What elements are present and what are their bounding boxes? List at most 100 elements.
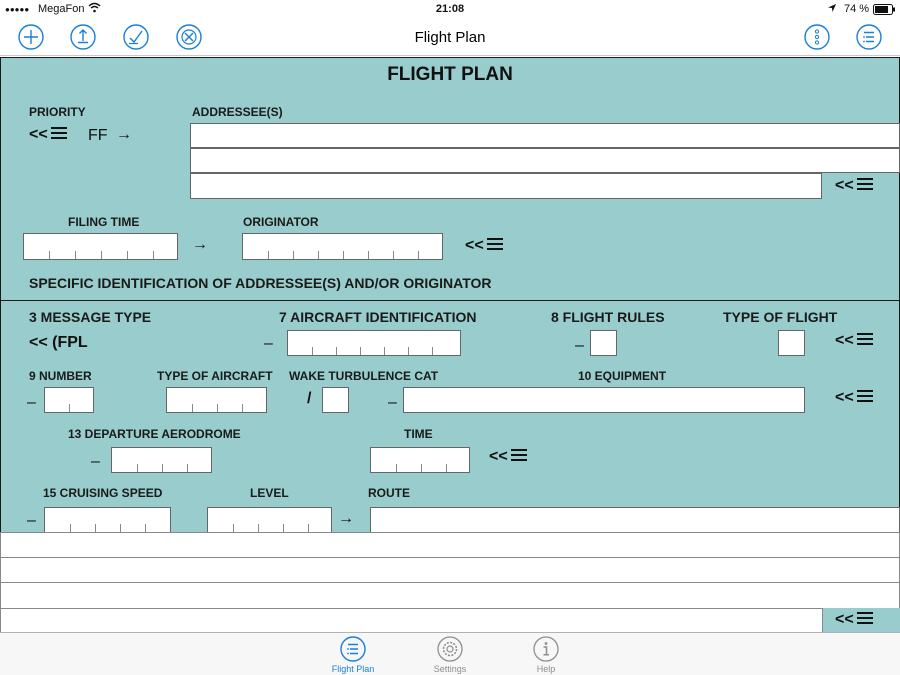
equipment-field[interactable]	[403, 387, 805, 413]
menu-icon	[486, 237, 503, 250]
route-lines-border-left	[0, 532, 1, 632]
route-line	[0, 582, 900, 583]
filing-time-label: FILING TIME	[68, 215, 140, 229]
equipment-return-text: <<	[835, 389, 854, 406]
type-of-flight-field[interactable]	[778, 330, 805, 356]
menu-icon	[856, 177, 873, 190]
time-label: TIME	[404, 427, 433, 441]
specific-identification-label: SPECIFIC IDENTIFICATION OF ADDRESSEE(S) …	[29, 275, 492, 291]
equipment-dash: –	[388, 394, 397, 411]
departure-return-text: <<	[489, 448, 508, 465]
navigation-bar: Flight Plan	[0, 20, 900, 56]
addressees-label: ADDRESSEE(S)	[192, 105, 283, 119]
flight-rules-label: 8 FLIGHT RULES	[551, 309, 665, 325]
level-label: LEVEL	[250, 486, 289, 500]
number-label: 9 NUMBER	[29, 369, 92, 383]
priority-label: PRIORITY	[29, 105, 86, 119]
addressees-return-text: <<	[835, 177, 854, 194]
tab-help-label: Help	[536, 664, 556, 674]
type-of-flight-label: TYPE OF FLIGHT	[723, 309, 838, 325]
type-of-aircraft-label: TYPE OF AIRCRAFT	[157, 369, 273, 383]
route-return-text: <<	[835, 611, 854, 628]
menu-icon	[50, 126, 67, 139]
wake-turbulence-field[interactable]	[322, 387, 349, 413]
menu-icon	[856, 389, 873, 402]
aircraft-identification-label: 7 AIRCRAFT IDENTIFICATION	[279, 309, 477, 325]
message-type-label: 3 MESSAGE TYPE	[29, 309, 152, 325]
priority-arrow: →	[116, 126, 132, 143]
aircraft-identification-field[interactable]	[287, 330, 461, 356]
menu-icon	[856, 611, 873, 624]
form-border-top	[0, 57, 900, 58]
departure-return-symbol[interactable]: <<	[489, 448, 527, 466]
route-line	[0, 608, 900, 609]
tab-bar: Flight Plan Settings Help	[0, 632, 900, 675]
route-arrow: →	[338, 510, 354, 527]
flight-rules-field[interactable]	[590, 330, 617, 356]
tab-help[interactable]: Help	[511, 635, 581, 675]
list-circle-icon	[856, 24, 882, 50]
more-vertical-icon	[804, 24, 830, 50]
route-continuation-lines: <<	[0, 532, 900, 632]
filing-time-arrow: →	[192, 236, 208, 253]
route-line	[0, 532, 900, 533]
number-field[interactable]	[44, 387, 94, 413]
cruising-speed-label: 15 CRUISING SPEED	[43, 486, 163, 500]
menu-icon	[856, 332, 873, 345]
departure-dash: –	[91, 453, 100, 470]
tab-settings-label: Settings	[433, 664, 467, 674]
flight-plan-form: FLIGHT PLAN PRIORITY ADDRESSEE(S) << FF …	[0, 57, 900, 533]
tab-flight-plan[interactable]: Flight Plan	[318, 635, 388, 675]
originator-return-text: <<	[465, 237, 484, 254]
menu-icon	[510, 448, 527, 461]
departure-time-field[interactable]	[370, 447, 470, 473]
route-line	[0, 557, 900, 558]
info-icon	[533, 636, 559, 662]
priority-return-symbol[interactable]: <<	[29, 126, 67, 144]
speed-dash: –	[27, 512, 36, 529]
equipment-label: 10 EQUIPMENT	[578, 369, 667, 383]
equipment-return-symbol[interactable]: <<	[835, 389, 873, 407]
status-time: 21:08	[435, 3, 465, 15]
flight-type-return-symbol[interactable]: <<	[835, 332, 873, 350]
addressee-field-3[interactable]	[190, 173, 822, 199]
section-divider	[0, 300, 900, 301]
originator-field[interactable]	[242, 233, 443, 260]
filing-time-field[interactable]	[23, 233, 178, 260]
location-icon	[827, 3, 837, 16]
battery-icon	[873, 4, 896, 18]
route-field-1[interactable]	[370, 507, 900, 533]
originator-label: ORIGINATOR	[243, 215, 319, 229]
aircraft-id-dash: –	[264, 335, 273, 352]
departure-aerodrome-field[interactable]	[111, 447, 212, 473]
status-bar: ●●●●● MegaFon 21:08 74 %	[0, 0, 900, 20]
battery-percent: 74 %	[844, 3, 870, 15]
type-of-aircraft-field[interactable]	[166, 387, 267, 413]
level-field[interactable]	[207, 507, 332, 533]
number-dash: –	[27, 394, 36, 411]
message-type-value: << (FPL	[29, 334, 88, 351]
gear-icon	[437, 636, 463, 662]
route-label: ROUTE	[368, 486, 410, 500]
flight-type-return-text: <<	[835, 332, 854, 349]
more-button[interactable]	[803, 23, 831, 51]
flight-rules-dash: –	[575, 337, 584, 354]
originator-return-symbol[interactable]: <<	[465, 237, 503, 255]
cruising-speed-field[interactable]	[44, 507, 171, 533]
priority-return-text: <<	[29, 126, 48, 143]
list-button[interactable]	[855, 23, 883, 51]
addressee-field-2[interactable]	[190, 148, 900, 173]
addressees-return-symbol[interactable]: <<	[835, 177, 873, 195]
route-return-symbol[interactable]: <<	[835, 611, 873, 629]
priority-value: FF	[88, 127, 108, 144]
wake-slash: /	[307, 390, 312, 407]
wake-turbulence-label: WAKE TURBULENCE CAT	[289, 369, 439, 383]
departure-aerodrome-label: 13 DEPARTURE AERODROME	[68, 427, 241, 441]
list-circle-icon	[340, 636, 366, 662]
addressee-field-1[interactable]	[190, 123, 900, 148]
form-border-left	[0, 57, 1, 532]
tab-flight-plan-label: Flight Plan	[331, 664, 375, 674]
tab-settings[interactable]: Settings	[415, 635, 485, 675]
form-title: FLIGHT PLAN	[387, 64, 513, 85]
page-title: Flight Plan	[414, 29, 486, 46]
